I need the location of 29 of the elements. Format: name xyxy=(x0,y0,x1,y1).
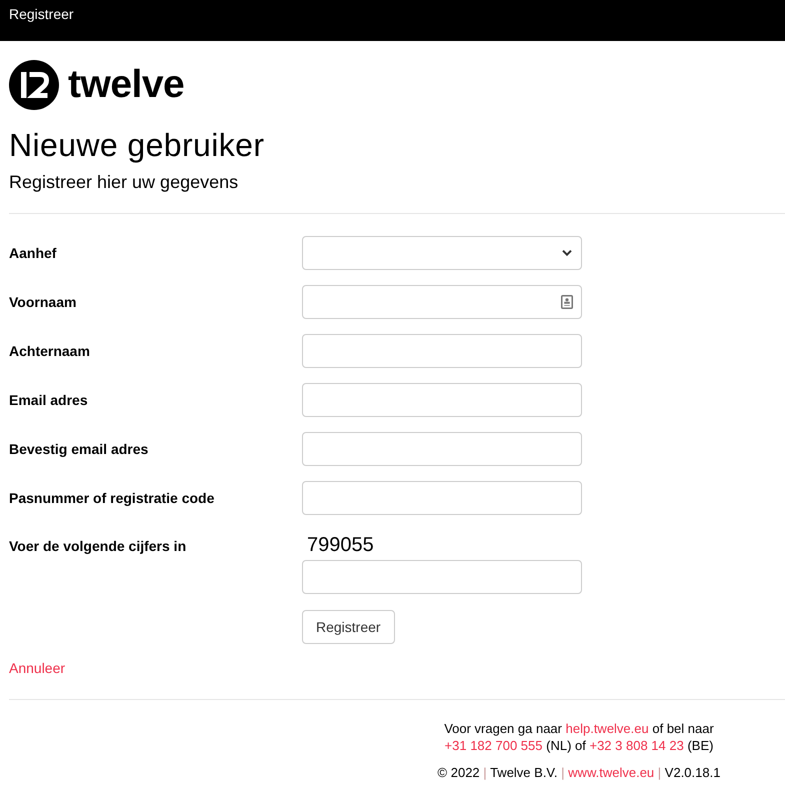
field-label: Pasnummer of registratie code xyxy=(9,489,214,508)
page-title: Registreer xyxy=(9,5,74,23)
logo-icon xyxy=(9,60,59,110)
phone-link[interactable]: +31 182 700 555 xyxy=(444,738,542,753)
chevron-down-icon xyxy=(562,250,572,256)
field-label: Email adres xyxy=(9,391,88,410)
input-field[interactable] xyxy=(302,334,582,368)
register-button[interactable]: Registreer xyxy=(302,610,395,644)
input-field[interactable] xyxy=(302,481,582,515)
help-text: Voor vragen ga naar help.twelve.eu of bel naar +31 182 700 555 (NL) of +32 3 808 14 23 (BE) xyxy=(444,720,714,754)
page-subheading: Registreer hier uw gegevens xyxy=(9,171,238,194)
input-field[interactable] xyxy=(302,560,582,594)
page-heading: Nieuwe gebruiker xyxy=(9,126,264,164)
field-label: Bevestig email adres xyxy=(9,440,148,459)
input-field[interactable] xyxy=(302,383,582,417)
phone-link[interactable]: +32 3 808 14 23 xyxy=(589,738,684,753)
web-link[interactable]: www.twelve.eu xyxy=(568,765,654,780)
web-link[interactable]: help.twelve.eu xyxy=(566,721,649,736)
field-label: Voornaam xyxy=(9,293,76,312)
input-field[interactable] xyxy=(302,285,582,319)
cancel-link[interactable]: Annuleer xyxy=(9,658,66,678)
copyright-line: © 2022 | Twelve B.V. | www.twelve.eu | V2.0.18.1 xyxy=(438,764,720,781)
field-label: Voer de volgende cijfers in xyxy=(9,537,186,556)
field-label: Achternaam xyxy=(9,342,90,361)
select-field[interactable] xyxy=(302,236,582,270)
field-label: Aanhef xyxy=(9,244,56,263)
captcha-code: 799055 xyxy=(306,533,374,557)
input-field[interactable] xyxy=(302,432,582,466)
logo-wordmark: twelve xyxy=(68,62,184,108)
